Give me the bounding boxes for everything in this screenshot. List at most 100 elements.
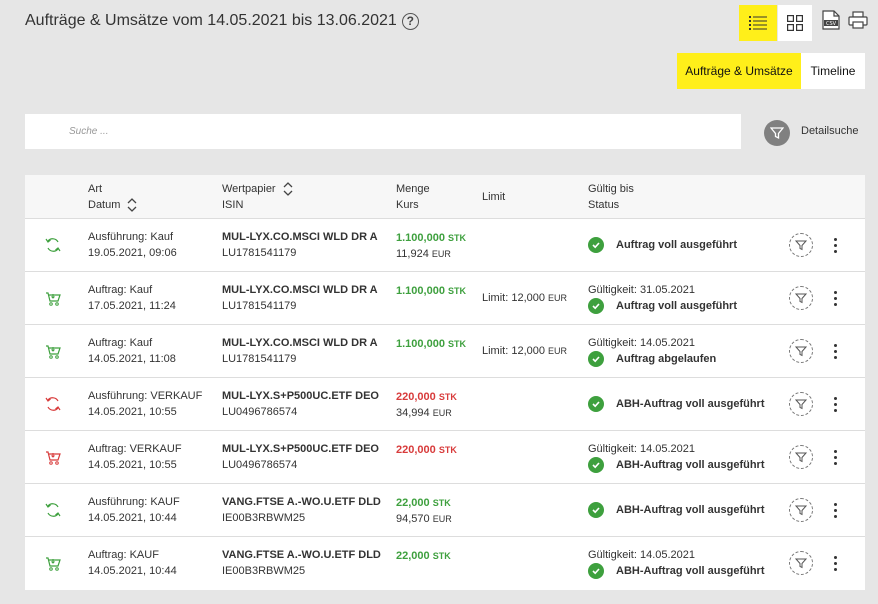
wertpapier-name[interactable]: MUL-LYX.S+P500UC.ETF DEO xyxy=(222,441,379,457)
col-wertpapier[interactable]: Wertpapier ISIN xyxy=(222,181,293,213)
art-text: Ausführung: Kauf xyxy=(88,231,174,243)
datum-text: 17.05.2021, 11:24 xyxy=(88,300,176,312)
row-filter-button[interactable] xyxy=(789,392,813,416)
wertpapier-cell: MUL-LYX.CO.MSCI WLD DR A LU1781541179 xyxy=(222,282,378,314)
order-cart-icon xyxy=(46,557,61,571)
art-cell: Auftrag: KAUF 14.05.2021, 10:44 xyxy=(88,547,177,579)
col-art-datum[interactable]: Art Datum xyxy=(88,181,137,213)
table-row[interactable]: Ausführung: Kauf 19.05.2021, 09:06 MUL-L… xyxy=(25,219,865,272)
limit-unit: EUR xyxy=(548,346,568,356)
order-cart-icon xyxy=(46,345,61,359)
table-row[interactable]: Auftrag: Kauf 17.05.2021, 11:24 MUL-LYX.… xyxy=(25,272,865,325)
detail-search-link[interactable]: Detailsuche xyxy=(801,125,858,137)
sort-icon[interactable] xyxy=(127,198,137,213)
status-text: ABH-Auftrag voll ausgeführt xyxy=(616,504,765,516)
filter-icon xyxy=(770,127,784,140)
isin-text: LU1781541179 xyxy=(222,353,297,365)
search-input[interactable]: Suche ... xyxy=(25,114,741,149)
row-filter-button[interactable] xyxy=(789,339,813,363)
table-row[interactable]: Ausführung: VERKAUF 14.05.2021, 10:55 MU… xyxy=(25,378,865,431)
more-options-icon[interactable] xyxy=(830,339,840,363)
execution-refresh-icon xyxy=(45,238,61,252)
status-cell: ABH-Auftrag voll ausgeführt xyxy=(588,396,765,412)
wertpapier-name[interactable]: VANG.FTSE A.-WO.U.ETF DLD xyxy=(222,494,381,510)
grid-view-button[interactable] xyxy=(778,5,812,41)
status-cell: Gültigkeit: 14.05.2021 ABH-Auftrag voll … xyxy=(588,441,765,473)
kurs-value: 34,994 xyxy=(396,407,430,419)
menge-unit: STK xyxy=(432,551,451,561)
datum-text: 19.05.2021, 09:06 xyxy=(88,247,177,259)
csv-export-icon[interactable]: CSV xyxy=(822,10,840,30)
tab-timeline[interactable]: Timeline xyxy=(801,53,865,89)
more-options-icon[interactable] xyxy=(830,445,840,469)
svg-text:CSV: CSV xyxy=(826,21,837,27)
art-cell: Ausführung: KAUF 14.05.2021, 10:44 xyxy=(88,494,180,526)
status-text: ABH-Auftrag voll ausgeführt xyxy=(616,459,765,471)
table-row[interactable]: Ausführung: KAUF 14.05.2021, 10:44 VANG.… xyxy=(25,484,865,537)
filter-icon xyxy=(795,399,807,410)
list-view-button[interactable] xyxy=(739,5,777,41)
header-kurs: Kurs xyxy=(396,199,419,211)
limit-cell: Limit: 12,000 EUR xyxy=(482,343,567,359)
wertpapier-cell: MUL-LYX.CO.MSCI WLD DR A LU1781541179 xyxy=(222,229,378,261)
row-filter-button[interactable] xyxy=(789,286,813,310)
kurs-unit: EUR xyxy=(431,249,451,259)
gueltigkeit-text: Gültigkeit: 14.05.2021 xyxy=(588,549,696,561)
header-art: Art xyxy=(88,183,103,195)
order-cart-icon xyxy=(46,292,61,306)
header-wertpapier: Wertpapier xyxy=(222,183,276,195)
limit-unit: EUR xyxy=(548,293,568,303)
art-cell: Ausführung: VERKAUF 14.05.2021, 10:55 xyxy=(88,388,202,420)
art-text: Auftrag: VERKAUF xyxy=(88,443,182,455)
art-text: Auftrag: KAUF xyxy=(88,549,159,561)
isin-text: LU1781541179 xyxy=(222,300,297,312)
wertpapier-name[interactable]: MUL-LYX.CO.MSCI WLD DR A xyxy=(222,229,378,245)
table-row[interactable]: Auftrag: VERKAUF 14.05.2021, 10:55 MUL-L… xyxy=(25,431,865,484)
gueltigkeit-text: Gültigkeit: 31.05.2021 xyxy=(588,284,696,296)
menge-cell: 1.100,000 STK 11,924 EUR xyxy=(396,230,466,262)
check-icon xyxy=(588,396,604,412)
print-icon[interactable] xyxy=(848,10,868,30)
filter-icon xyxy=(795,505,807,516)
menge-value: 22,000 xyxy=(396,550,430,562)
status-cell: ABH-Auftrag voll ausgeführt xyxy=(588,502,765,518)
filter-button[interactable] xyxy=(764,120,790,146)
kurs-unit: EUR xyxy=(432,514,452,524)
more-options-icon[interactable] xyxy=(830,392,840,416)
row-filter-button[interactable] xyxy=(789,551,813,575)
sort-icon[interactable] xyxy=(283,182,293,197)
limit-value: Limit: 12,000 xyxy=(482,292,545,304)
wertpapier-name[interactable]: MUL-LYX.CO.MSCI WLD DR A xyxy=(222,282,378,298)
more-options-icon[interactable] xyxy=(830,286,840,310)
row-filter-button[interactable] xyxy=(789,445,813,469)
more-options-icon[interactable] xyxy=(830,233,840,257)
art-cell: Auftrag: Kauf 17.05.2021, 11:24 xyxy=(88,282,176,314)
menge-unit: STK xyxy=(438,445,457,455)
menge-unit: STK xyxy=(448,339,466,349)
datum-text: 14.05.2021, 10:55 xyxy=(88,406,177,418)
row-filter-button[interactable] xyxy=(789,233,813,257)
filter-icon xyxy=(795,558,807,569)
header-menge: Menge xyxy=(396,183,430,195)
more-options-icon[interactable] xyxy=(830,551,840,575)
header-isin: ISIN xyxy=(222,199,244,211)
menge-cell: 22,000 STK xyxy=(396,548,451,564)
wertpapier-name[interactable]: MUL-LYX.S+P500UC.ETF DEO xyxy=(222,388,379,404)
row-filter-button[interactable] xyxy=(789,498,813,522)
check-icon xyxy=(588,298,604,314)
help-icon[interactable]: ? xyxy=(401,12,419,30)
menge-value: 1.100,000 xyxy=(396,338,445,350)
table-row[interactable]: Auftrag: KAUF 14.05.2021, 10:44 VANG.FTS… xyxy=(25,537,865,590)
orders-table: Art Datum Wertpapier ISIN Menge Kurs Lim… xyxy=(25,175,865,590)
more-options-icon[interactable] xyxy=(830,498,840,522)
wertpapier-name[interactable]: MUL-LYX.CO.MSCI WLD DR A xyxy=(222,335,378,351)
datum-text: 14.05.2021, 10:55 xyxy=(88,459,177,471)
limit-value: Limit: 12,000 xyxy=(482,345,545,357)
art-text: Ausführung: VERKAUF xyxy=(88,390,203,402)
table-row[interactable]: Auftrag: Kauf 14.05.2021, 11:08 MUL-LYX.… xyxy=(25,325,865,378)
tab-auftraege-umsaetze[interactable]: Aufträge & Umsätze xyxy=(677,53,801,89)
wertpapier-name[interactable]: VANG.FTSE A.-WO.U.ETF DLD xyxy=(222,547,381,563)
datum-text: 14.05.2021, 11:08 xyxy=(88,353,176,365)
status-cell: Auftrag voll ausgeführt xyxy=(588,237,737,253)
filter-icon xyxy=(795,240,807,251)
